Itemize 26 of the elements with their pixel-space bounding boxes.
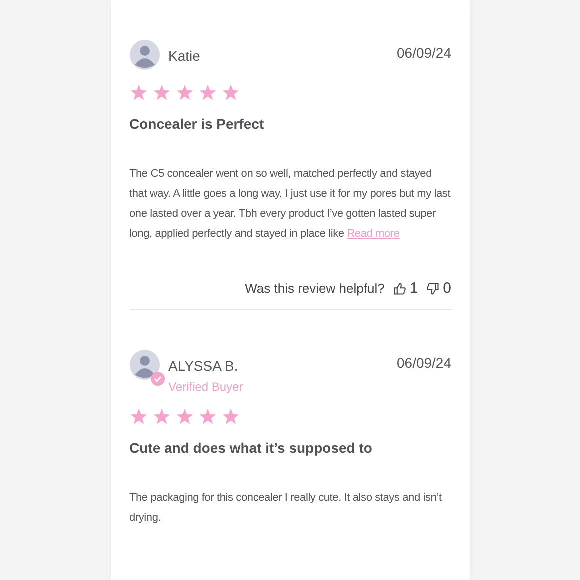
review-date: 06/09/24: [397, 354, 452, 371]
avatar-icon: [130, 350, 160, 380]
star-icon: [152, 84, 170, 102]
reviewer-name: Katie: [168, 48, 202, 64]
star-icon: [176, 408, 194, 426]
thumbs-up-icon: [392, 282, 407, 296]
verified-buyer-label: Verified Buyer: [168, 380, 244, 394]
review-text: The C5 concealer went on so well, matched perfectly and stayed that way. A little goes a long way, I just use it for my pores but my last one lasted over a year. Tbh every product I’ve gotten lasted super long, applied perfectly and stayed in place like Read more: [130, 167, 452, 242]
review-date: 06/09/24: [397, 44, 452, 61]
review-title: Concealer is Perfect: [130, 116, 266, 132]
star-icon: [222, 84, 240, 102]
star-icon: [176, 84, 194, 102]
reviewer-name: ALYSSA B.: [168, 358, 240, 374]
star-icon: [130, 84, 148, 102]
star-icon: [130, 408, 148, 426]
star-icon: [222, 408, 240, 426]
review-text: The packaging for this concealer I really cute. It also stays and isn’t drying.: [130, 491, 443, 526]
helpful-question: Was this review helpful?: [245, 281, 385, 296]
star-icon: [198, 408, 216, 426]
review-title: Cute and does what it’s supposed to: [130, 440, 374, 456]
thumbs-down-button[interactable]: 0: [426, 280, 452, 297]
thumbs-up-button[interactable]: 1: [392, 280, 418, 297]
star-icon: [152, 408, 170, 426]
avatar-icon: [130, 40, 160, 70]
star-icon: [198, 84, 216, 102]
thumbs-down-icon: [426, 282, 440, 296]
